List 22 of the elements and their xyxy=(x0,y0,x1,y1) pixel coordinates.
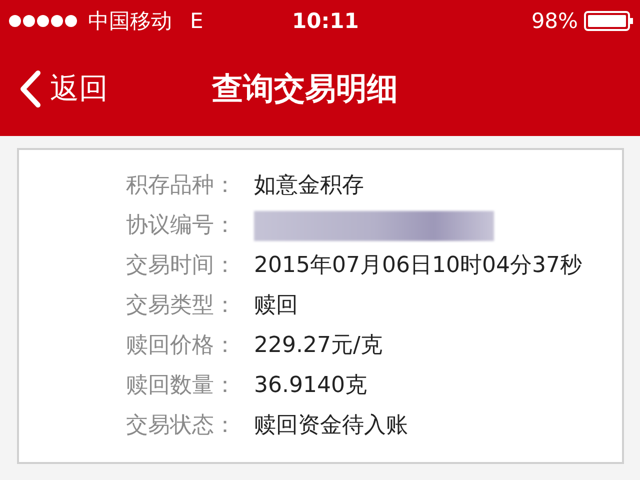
battery-percent: 98% xyxy=(531,9,578,33)
status-time: 10:11 xyxy=(292,9,359,33)
field-label: 赎回数量： xyxy=(126,372,237,400)
field-value: 229.27元/克 xyxy=(254,332,384,360)
field-value: 赎回资金待入账 xyxy=(254,412,409,440)
field-label: 交易时间： xyxy=(126,252,237,280)
field-label: 赎回价格： xyxy=(126,332,237,360)
field-label: 交易状态： xyxy=(126,412,237,440)
field-label: 交易类型： xyxy=(126,292,237,320)
field-label: 积存品种： xyxy=(126,172,237,200)
field-label: 协议编号： xyxy=(126,212,237,240)
carrier-name: 中国移动 xyxy=(88,8,172,35)
network-type: E xyxy=(190,9,204,33)
back-chevron-icon xyxy=(18,69,42,109)
field-value: 2015年07月06日10时04分37秒 xyxy=(254,252,583,280)
battery-icon xyxy=(584,11,634,31)
signal-icon xyxy=(8,14,80,28)
field-value: 赎回 xyxy=(254,292,299,320)
field-value: 36.9140克 xyxy=(254,372,368,400)
page-title: 查询交易明细 xyxy=(212,70,398,109)
back-button[interactable]: 返回 xyxy=(18,69,108,109)
field-value: 如意金积存 xyxy=(254,172,365,200)
